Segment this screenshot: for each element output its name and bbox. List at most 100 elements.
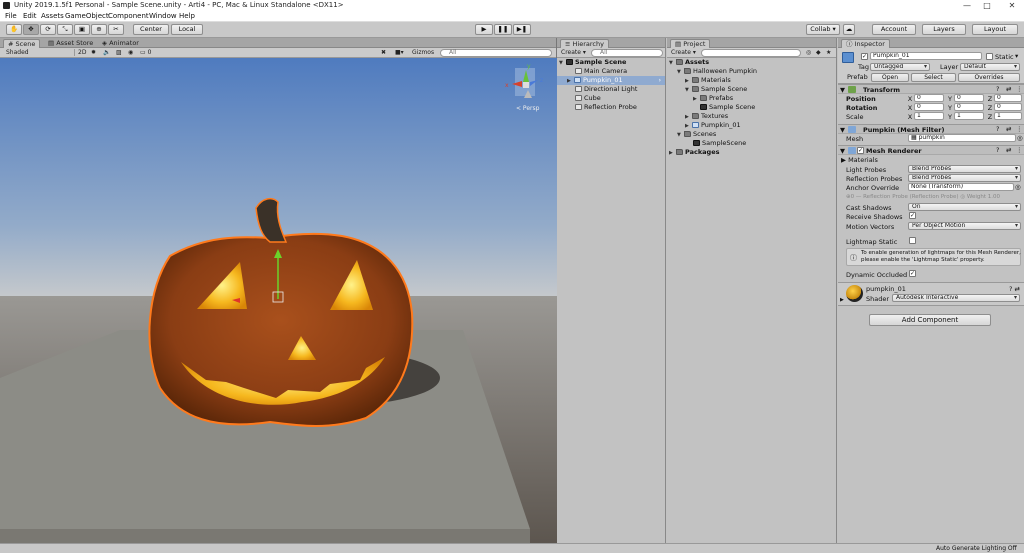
help-icon[interactable]: ?	[996, 85, 999, 93]
minimize-button[interactable]: —	[958, 0, 976, 11]
transform-tool-icon[interactable]: ⊕	[91, 24, 107, 35]
collapse-arrow-icon[interactable]: ▼	[840, 147, 845, 155]
menu-file[interactable]: File	[5, 12, 17, 20]
scale-tool-icon[interactable]: ⤡	[57, 24, 73, 35]
step-button[interactable]: ▶❚	[513, 24, 531, 35]
object-picker-icon[interactable]: ◎	[1015, 183, 1021, 191]
lighting-toggle-icon[interactable]: ✹	[91, 49, 96, 56]
prefab-open-button[interactable]: Open	[871, 73, 909, 82]
mesh-filter-header[interactable]: ▼ Pumpkin (Mesh Filter) ? ⇄ ⋮	[838, 124, 1024, 134]
component-menu-icon[interactable]: ⋮	[1016, 146, 1023, 154]
mesh-field[interactable]: ▦ pumpkin	[908, 134, 1016, 142]
mesh-renderer-enabled-checkbox[interactable]: ✓	[857, 147, 864, 154]
tag-dropdown[interactable]: Untagged	[870, 63, 930, 71]
orientation-center[interactable]	[523, 82, 529, 88]
layer-dropdown[interactable]: Default	[960, 63, 1020, 71]
materials-foldout[interactable]: ▶ Materials	[841, 156, 878, 164]
audio-toggle-icon[interactable]: 🔈	[103, 49, 110, 56]
hand-tool-icon[interactable]: ✋	[6, 24, 22, 35]
hierarchy-create-button[interactable]: Create ▾	[561, 49, 586, 56]
transform-header[interactable]: ▼ Transform ? ⇄ ⋮	[838, 84, 1024, 94]
component-menu-icon[interactable]: ⋮	[1016, 85, 1023, 93]
project-folder[interactable]: ▼ Halloween Pumpkin	[677, 67, 757, 76]
persp-label[interactable]: < Persp	[516, 105, 540, 112]
effects-toggle-icon[interactable]: ▨	[116, 49, 122, 56]
component-menu-icon[interactable]: ⋮	[1016, 125, 1023, 133]
object-name-field[interactable]: Pumpkin_01	[870, 52, 982, 60]
orientation-gizmo[interactable]	[512, 68, 538, 98]
project-search-input[interactable]	[701, 49, 801, 57]
expand-arrow-icon[interactable]: ▼	[559, 59, 566, 68]
tab-hierarchy[interactable]: ≡ Hierarchy	[560, 39, 609, 48]
gizmos-dropdown[interactable]: Gizmos	[412, 49, 434, 56]
rotation-y-field[interactable]: 0	[954, 103, 984, 111]
collab-button[interactable]: Collab ▾	[806, 24, 840, 35]
collapse-arrow-icon[interactable]: ▼	[840, 86, 845, 94]
material-foldout-icon[interactable]: ▶	[840, 297, 844, 303]
hierarchy-item-selected[interactable]: ▶ Pumpkin_01 ›	[557, 76, 665, 85]
filter-label-icon[interactable]: ◆	[816, 49, 821, 56]
project-scene-file[interactable]: SampleScene	[693, 139, 746, 148]
light-probes-dropdown[interactable]: Blend Probes	[908, 165, 1021, 173]
static-checkbox[interactable]	[986, 53, 993, 60]
project-folder-assets[interactable]: ▼ Assets	[669, 58, 709, 67]
motion-vectors-dropdown[interactable]: Per Object Motion	[908, 222, 1021, 230]
menu-help[interactable]: Help	[179, 12, 195, 20]
pause-button[interactable]: ❚❚	[494, 24, 512, 35]
pivot-center-button[interactable]: Center	[133, 24, 169, 35]
filter-type-icon[interactable]: ◎	[806, 49, 811, 56]
shading-mode-dropdown[interactable]: Shaded	[6, 49, 29, 56]
menu-edit[interactable]: Edit	[23, 12, 37, 20]
layers-dropdown[interactable]: Layers	[922, 24, 966, 35]
scene-tools-icon[interactable]: ✖	[381, 49, 386, 56]
expand-arrow-icon[interactable]: ▶	[567, 77, 574, 86]
tab-inspector[interactable]: ⓘ Inspector	[841, 39, 890, 48]
help-icon[interactable]: ?	[996, 125, 999, 133]
prefab-overrides-dropdown[interactable]: Overrides	[958, 73, 1020, 82]
collapse-arrow-icon[interactable]: ▼	[840, 126, 845, 134]
reflection-probes-dropdown[interactable]: Blend Probes	[908, 174, 1021, 182]
rect-tool-icon[interactable]: ▣	[74, 24, 90, 35]
space-local-button[interactable]: Local	[171, 24, 203, 35]
expand-arrow-icon[interactable]: ▼	[669, 59, 676, 68]
hidden-objects-icon[interactable]: ◉	[128, 49, 133, 56]
position-y-field[interactable]: 0	[954, 94, 984, 102]
receive-shadows-checkbox[interactable]: ✓	[909, 212, 916, 219]
active-checkbox[interactable]: ✓	[861, 53, 868, 60]
shader-dropdown[interactable]: Autodesk Interactive	[892, 294, 1020, 302]
project-folder[interactable]: ▼ Sample Scene	[685, 85, 747, 94]
scale-x-field[interactable]: 1	[914, 112, 944, 120]
position-x-field[interactable]: 0	[914, 94, 944, 102]
project-folder[interactable]: ▶ Prefabs	[693, 94, 733, 103]
project-create-button[interactable]: Create ▾	[671, 49, 696, 56]
position-z-field[interactable]: 0	[994, 94, 1022, 102]
menu-gameobject[interactable]: GameObject	[65, 12, 109, 20]
hierarchy-item[interactable]: Main Camera	[575, 67, 627, 76]
static-dropdown-icon[interactable]: ▾	[1015, 52, 1018, 60]
anchor-override-field[interactable]: None (Transform)	[908, 183, 1014, 191]
hierarchy-search-input[interactable]: All	[591, 49, 663, 57]
menu-window[interactable]: Window	[149, 12, 177, 20]
layout-dropdown[interactable]: Layout	[972, 24, 1018, 35]
rotation-x-field[interactable]: 0	[914, 103, 944, 111]
account-dropdown[interactable]: Account	[872, 24, 916, 35]
tab-scene[interactable]: # Scene	[3, 39, 41, 48]
menu-assets[interactable]: Assets	[41, 12, 64, 20]
hierarchy-item[interactable]: Cube	[575, 94, 601, 103]
preset-icon[interactable]: ⇄	[1006, 125, 1011, 133]
project-folder[interactable]: ▶ Textures	[685, 112, 728, 121]
project-folder[interactable]: ▼ Scenes	[677, 130, 716, 139]
project-prefab[interactable]: ▶ Pumpkin_01	[685, 121, 741, 130]
2d-toggle[interactable]: 2D	[74, 49, 86, 56]
lightmap-static-checkbox[interactable]	[909, 237, 916, 244]
close-button[interactable]: ✕	[1003, 0, 1021, 11]
object-picker-icon[interactable]: ◎	[1017, 134, 1023, 142]
camera-icon[interactable]: ■▾	[395, 49, 404, 56]
expand-arrow-icon[interactable]: ▼	[677, 131, 684, 140]
expand-arrow-icon[interactable]: ▶	[669, 149, 676, 158]
maximize-button[interactable]: □	[978, 0, 996, 11]
prefab-open-arrow-icon[interactable]: ›	[659, 76, 661, 85]
menu-component[interactable]: Component	[108, 12, 149, 20]
help-icon[interactable]: ?	[996, 146, 999, 154]
cast-shadows-dropdown[interactable]: On	[908, 203, 1021, 211]
